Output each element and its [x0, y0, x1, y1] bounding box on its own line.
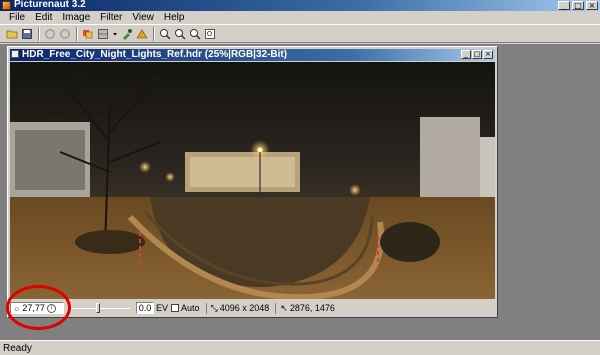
document-title-bar: HDR_Free_City_Night_Lights_Ref.hdr (25%|…: [10, 49, 495, 61]
exposure-spin-icon[interactable]: ↕: [46, 303, 56, 313]
auto-label: Auto: [181, 303, 200, 313]
grid-view-icon[interactable]: [97, 28, 109, 40]
cursor-position-cell: ↖ 2876, 1476: [275, 302, 335, 314]
image-size-cell: ⤡ 4096 x 2048: [205, 302, 270, 314]
menu-bar: File Edit Image Filter View Help: [0, 11, 600, 24]
minimize-button[interactable]: _: [558, 1, 570, 10]
open-folder-icon[interactable]: [6, 28, 18, 40]
window-title: Picturenaut 3.2: [14, 0, 86, 10]
slider-track: [70, 308, 130, 309]
hdr-panorama-image: [10, 62, 495, 299]
close-button[interactable]: ×: [586, 1, 598, 10]
redo-icon[interactable]: [59, 28, 71, 40]
app-icon: [2, 1, 11, 10]
zoom-out-icon[interactable]: [174, 28, 186, 40]
menu-filter[interactable]: Filter: [95, 11, 127, 24]
exposure-icon: ☼: [13, 303, 21, 313]
zoom-fit-icon[interactable]: [189, 28, 201, 40]
status-text: Ready: [3, 342, 32, 354]
save-icon[interactable]: [21, 28, 33, 40]
menu-view[interactable]: View: [127, 11, 159, 24]
cursor-position: 2876, 1476: [289, 303, 335, 313]
eyedropper-icon[interactable]: [121, 28, 133, 40]
dropdown-arrow-icon[interactable]: [112, 28, 118, 40]
exposure-value: 27,77: [22, 303, 45, 313]
document-window: HDR_Free_City_Night_Lights_Ref.hdr (25%|…: [7, 46, 498, 318]
document-status-row: ☼ 27,77 ↕ 0.0 EV Auto ⤡ 4096 x 2048 ↖ 28…: [10, 301, 495, 315]
resize-icon: ⤡: [210, 302, 218, 313]
toolbar-separator: [38, 26, 40, 41]
document-icon: [11, 50, 19, 58]
doc-maximize-button[interactable]: □: [472, 50, 482, 59]
maximize-button[interactable]: □: [572, 1, 584, 10]
picturenaut-app: Picturenaut 3.2 _ □ × File Edit Image Fi…: [0, 0, 600, 355]
app-status-bar: Ready: [0, 340, 600, 355]
image-viewport[interactable]: [10, 62, 495, 299]
menu-image[interactable]: Image: [57, 11, 95, 24]
window-controls: _ □ ×: [558, 1, 598, 10]
document-window-controls: _ □ ×: [461, 50, 493, 59]
image-dimensions: 4096 x 2048: [219, 303, 270, 313]
document-title: HDR_Free_City_Night_Lights_Ref.hdr (25%|…: [22, 49, 288, 60]
toolbar-separator: [76, 26, 78, 41]
toolbar-separator: [153, 26, 155, 41]
exposure-field[interactable]: ☼ 27,77 ↕: [10, 302, 64, 314]
ev-label: EV: [156, 303, 169, 313]
ev-input[interactable]: 0.0: [136, 302, 154, 314]
mdi-client-area: HDR_Free_City_Night_Lights_Ref.hdr (25%|…: [0, 44, 600, 340]
cursor-icon: ↖: [280, 302, 288, 313]
slider-thumb[interactable]: [96, 303, 100, 313]
doc-close-button[interactable]: ×: [483, 50, 493, 59]
hdr-generate-icon[interactable]: [82, 28, 94, 40]
title-bar: Picturenaut 3.2 _ □ ×: [0, 0, 600, 11]
exposure-slider[interactable]: [70, 302, 130, 314]
zoom-in-icon[interactable]: [159, 28, 171, 40]
undo-icon[interactable]: [44, 28, 56, 40]
zoom-actual-icon[interactable]: [204, 28, 216, 40]
menu-help[interactable]: Help: [159, 11, 190, 24]
doc-minimize-button[interactable]: _: [461, 50, 471, 59]
menu-file[interactable]: File: [4, 11, 30, 24]
auto-checkbox[interactable]: [171, 304, 180, 312]
menu-edit[interactable]: Edit: [30, 11, 57, 24]
tonemap-icon[interactable]: [136, 28, 148, 40]
toolbar: [0, 24, 600, 43]
